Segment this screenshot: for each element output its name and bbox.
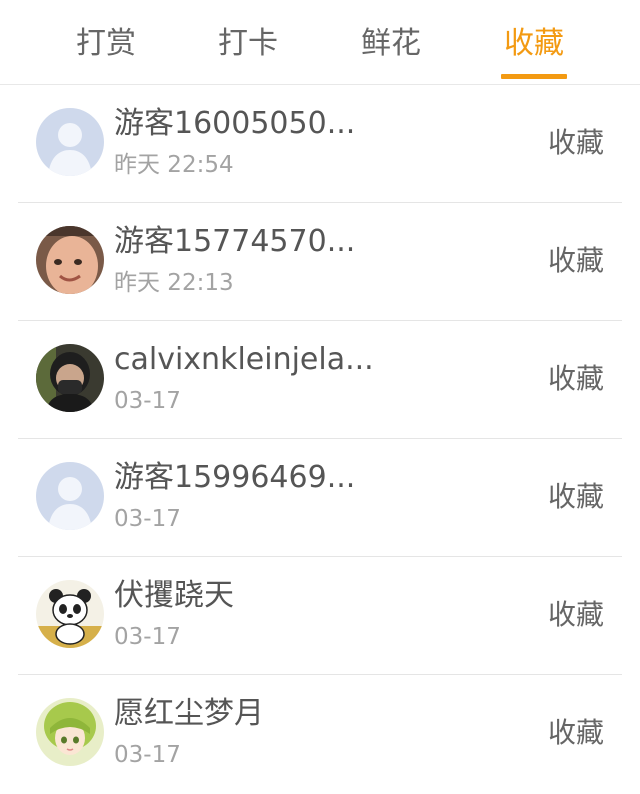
timestamp: 03-17 [114,506,181,532]
tab-label: 收藏 [504,26,564,61]
default-avatar-icon[interactable] [36,108,104,176]
timestamp: 昨天 22:13 [114,270,234,296]
panda-cartoon-avatar[interactable] [36,580,104,648]
timestamp: 昨天 22:54 [114,152,234,178]
anime-girl-avatar[interactable] [36,698,104,766]
list-item[interactable]: 伏攫跷天 03-17 收藏 [18,556,622,675]
tab-label: 鲜花 [361,26,421,61]
timestamp: 03-17 [114,388,181,414]
favorite-label: 收藏 [547,716,604,749]
user-name: 愿红尘梦月 [114,696,264,731]
user-name: 游客15774570... [114,224,356,259]
tab-checkin[interactable]: 打卡 [188,24,308,74]
list-item[interactable]: 游客15774570... 昨天 22:13 收藏 [18,202,622,321]
list-item[interactable]: 愿红尘梦月 03-17 收藏 [18,674,622,792]
timestamp: 03-17 [114,742,181,768]
favorite-label: 收藏 [547,480,604,513]
list-item[interactable]: calvixnkleinjela... 03-17 收藏 [18,320,622,439]
list-item[interactable]: 游客15996469... 03-17 收藏 [18,438,622,557]
favorite-label: 收藏 [547,598,604,631]
user-name: calvixnkleinjela... [114,342,374,377]
user-name: 游客16005050... [114,106,356,141]
favorite-label: 收藏 [547,126,604,159]
masked-person-avatar[interactable] [36,344,104,412]
active-tab-indicator [501,74,567,79]
timestamp: 03-17 [114,624,181,650]
tab-reward[interactable]: 打赏 [46,24,166,74]
user-name: 伏攫跷天 [114,578,234,613]
tab-favorites[interactable]: 收藏 [474,24,594,74]
baby-photo-avatar[interactable] [36,226,104,294]
favorite-label: 收藏 [547,362,604,395]
tab-bar: 打赏 打卡 鲜花 收藏 [0,0,640,85]
tab-label: 打卡 [218,26,278,61]
favorite-label: 收藏 [547,244,604,277]
tab-flowers[interactable]: 鲜花 [331,24,451,74]
tab-label: 打赏 [76,26,136,61]
default-avatar-icon[interactable] [36,462,104,530]
list-item[interactable]: 游客16005050... 昨天 22:54 收藏 [18,84,622,203]
user-name: 游客15996469... [114,460,356,495]
